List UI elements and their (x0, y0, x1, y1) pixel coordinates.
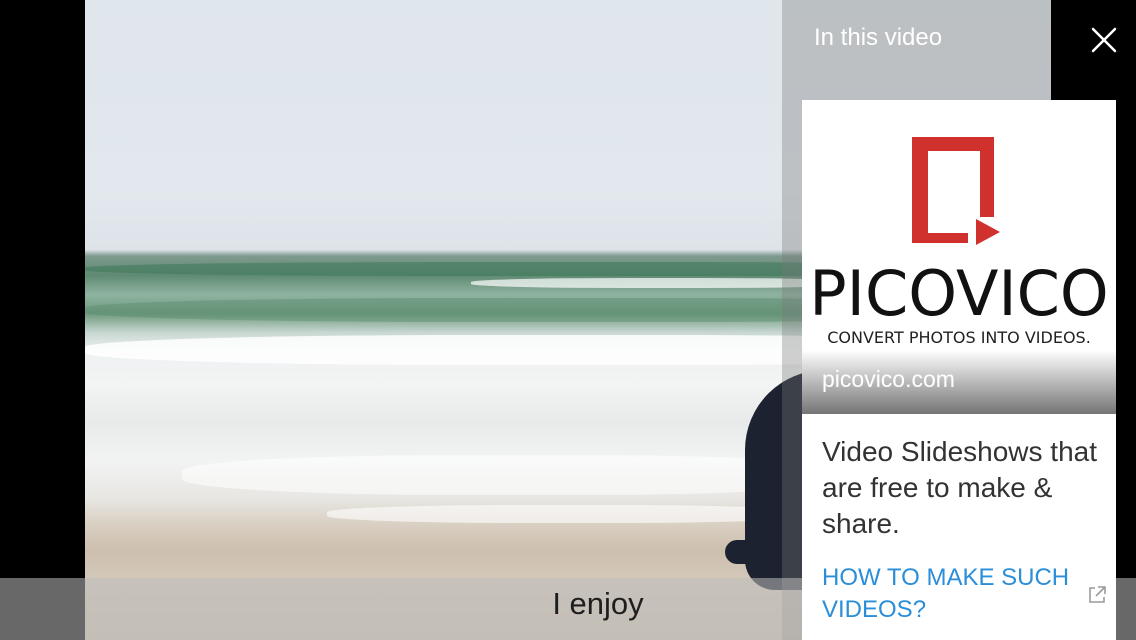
close-button[interactable] (1084, 20, 1124, 60)
video-player: In this video I enjoy PICOVICO CONVERT P… (0, 0, 1136, 640)
external-link-icon-graphic (1089, 586, 1106, 603)
ad-domain: picovico.com (822, 366, 955, 392)
external-link-icon[interactable] (1086, 584, 1108, 606)
ad-card[interactable]: PICOVICO CONVERT PHOTOS INTO VIDEOS. pic… (802, 100, 1116, 640)
ad-headline: Video Slideshows that are free to make &… (822, 436, 1097, 539)
brand-tagline: CONVERT PHOTOS INTO VIDEOS. (827, 328, 1091, 347)
close-icon (1091, 27, 1117, 53)
caption-text: I enjoy (552, 586, 644, 621)
panel-title: In this video (814, 24, 943, 51)
ad-cta-link[interactable]: HOW TO MAKE SUCH VIDEOS? (822, 562, 1084, 626)
brand-name: PICOVICO (809, 257, 1109, 330)
ad-image[interactable]: PICOVICO CONVERT PHOTOS INTO VIDEOS. pic… (802, 100, 1116, 414)
picovico-logo-icon (912, 137, 1002, 247)
wave-foam (326, 505, 810, 523)
